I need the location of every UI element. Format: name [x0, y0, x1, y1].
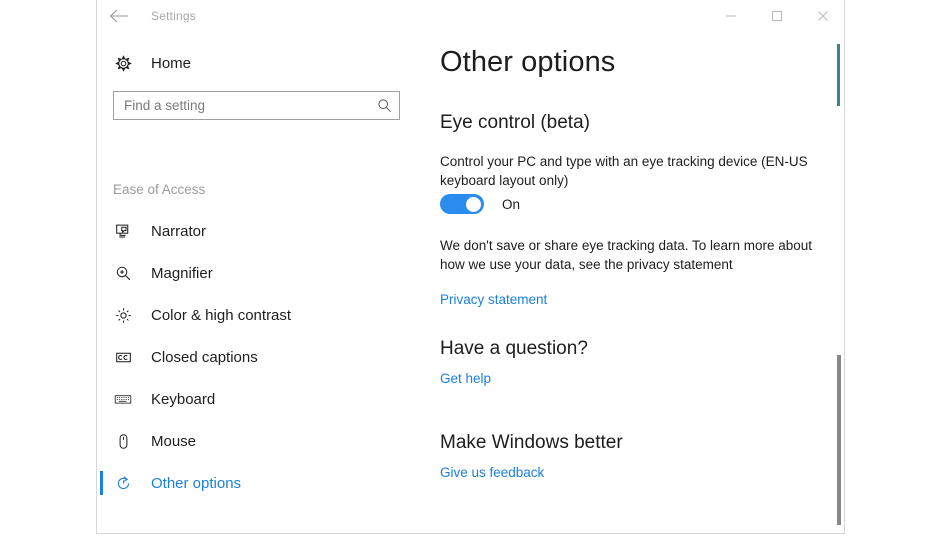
refresh-circle-icon [109, 475, 137, 492]
scrollbar-thumb[interactable] [837, 355, 841, 525]
sidebar-item-label: Closed captions [151, 348, 258, 366]
title-bar: Settings [97, 0, 844, 32]
have-a-question-heading: Have a question? [440, 338, 588, 359]
sidebar-item-color-high-contrast[interactable]: Color & high contrast [97, 294, 437, 336]
get-help-link[interactable]: Get help [440, 371, 491, 386]
window-content: Home Ease of Access [97, 32, 844, 533]
toggle-knob [466, 196, 481, 212]
main-pane: Other options Eye control (beta) Control… [437, 32, 844, 533]
sidebar-item-label: Color & high contrast [151, 306, 292, 324]
eye-control-toggle-row: On [440, 194, 520, 214]
sidebar-item-label: Keyboard [151, 390, 216, 408]
page-title: Other options [440, 46, 616, 78]
search-input[interactable] [114, 92, 370, 119]
search-icon[interactable] [369, 98, 399, 113]
privacy-description: We don't save or share eye tracking data… [440, 238, 813, 272]
scrollbar-accent [837, 44, 840, 106]
make-windows-better-heading: Make Windows better [440, 432, 623, 453]
search-box[interactable] [113, 91, 400, 120]
mouse-icon [109, 433, 137, 450]
privacy-statement-link[interactable]: Privacy statement [440, 292, 547, 307]
sidebar-item-home[interactable]: Home [97, 46, 437, 80]
sidebar-item-label: Other options [151, 474, 242, 492]
eye-control-heading: Eye control (beta) [440, 112, 590, 133]
sidebar-item-label: Mouse [151, 432, 197, 450]
caption-button-group [708, 0, 844, 32]
sidebar-item-narrator[interactable]: Narrator [97, 210, 437, 252]
sidebar-nav-list: Narrator Magnifier Color & high contrast… [97, 210, 437, 504]
minimize-icon[interactable] [708, 0, 754, 32]
selection-indicator [100, 471, 103, 495]
eye-control-description: Control your PC and type with an eye tra… [440, 154, 808, 188]
keyboard-icon [109, 390, 137, 408]
sidebar-item-other-options[interactable]: Other options [97, 462, 437, 504]
sidebar-item-keyboard[interactable]: Keyboard [97, 378, 437, 420]
sidebar: Home Ease of Access [97, 32, 437, 533]
closed-captions-icon [109, 349, 137, 366]
window-title: Settings [151, 9, 196, 23]
sidebar-item-label: Narrator [151, 222, 207, 240]
magnifier-icon [109, 265, 137, 282]
close-icon[interactable] [800, 0, 844, 32]
back-arrow-icon[interactable] [97, 0, 141, 32]
sidebar-group-label: Ease of Access [113, 182, 206, 197]
sidebar-item-label: Magnifier [151, 264, 213, 282]
sidebar-item-mouse[interactable]: Mouse [97, 420, 437, 462]
settings-window: Settings Home Find a setting Ease of Acc… [96, 0, 845, 534]
toggle-state-label: On [502, 196, 521, 212]
sidebar-item-closed-captions[interactable]: Closed captions [97, 336, 437, 378]
sidebar-home-label: Home [151, 54, 192, 72]
vertical-scrollbar[interactable] [834, 32, 844, 533]
brightness-icon [109, 307, 137, 324]
give-us-feedback-link[interactable]: Give us feedback [440, 465, 544, 480]
screen: Settings Home Find a setting Ease of Acc… [0, 0, 940, 540]
maximize-icon[interactable] [754, 0, 800, 32]
narrator-icon [109, 223, 137, 240]
sidebar-item-magnifier[interactable]: Magnifier [97, 252, 437, 294]
gear-icon [109, 54, 137, 72]
eye-control-toggle[interactable] [440, 194, 484, 214]
